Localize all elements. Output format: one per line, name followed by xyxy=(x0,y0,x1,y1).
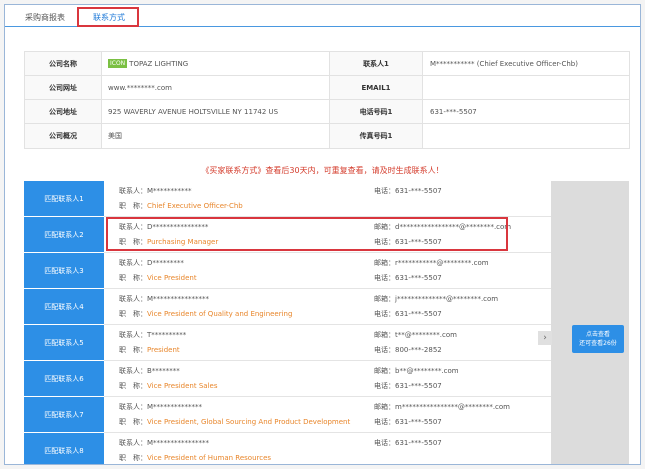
contact-name: 联系人：M************** xyxy=(119,403,203,411)
side-panel xyxy=(551,181,629,464)
contact-phone: 电话：800-***-2852 xyxy=(374,346,442,354)
contact-title-line: 职 称：Vice President Sales xyxy=(119,381,217,391)
email1-label: EMAIL1 xyxy=(329,76,423,99)
contact-phone: 电话：631-***-5507 xyxy=(374,382,442,390)
contact-title: Vice President of Human Resources xyxy=(147,454,272,462)
tab-highlight-box xyxy=(77,7,139,27)
contact-name: 联系人：M**************** xyxy=(119,439,210,447)
view-button-line1: 点击查看 xyxy=(585,331,610,338)
contact-highlight-box xyxy=(106,217,508,251)
match-contact-button[interactable]: 匹配联系人3 xyxy=(24,253,104,289)
contact-email: 邮箱：t**@********.com xyxy=(374,331,457,339)
contact-title-label: 职 称： xyxy=(119,346,147,354)
contact-title-line: 职 称：Chief Executive Officer-Chb xyxy=(119,201,243,211)
contact-name: 联系人：M*********** xyxy=(119,187,192,195)
contact-title-line: 职 称：Vice President of Quality and Engine… xyxy=(119,309,292,319)
company-name-label: 公司名称 xyxy=(25,52,102,75)
match-contact-button[interactable]: 匹配联系人4 xyxy=(24,289,104,325)
contact-email: 邮箱：b**@********.com xyxy=(374,367,459,375)
overview-value: 美国 xyxy=(108,132,122,140)
contact-title: Vice President Sales xyxy=(147,382,218,390)
address-value: 925 WAVERLY AVENUE HOLTSVILLE NY 11742 U… xyxy=(108,108,279,116)
notice-text: 《买家联系方式》查看后30天内，可重复查看，请及时生成联系人！ xyxy=(201,166,444,175)
match-contact-button[interactable]: 匹配联系人2 xyxy=(24,217,104,253)
contact-title-line: 职 称：President xyxy=(119,345,180,355)
contact-row: 匹配联系人1 联系人：M*********** 职 称：Chief Execut… xyxy=(24,181,551,217)
phone1-label: 电话号码1 xyxy=(329,100,423,123)
contact-email: 邮箱：m****************@********.com xyxy=(374,403,510,411)
contact-email: 邮箱：r***********@********.com xyxy=(374,259,489,267)
contact-row: 匹配联系人3 联系人：D********* 职 称：Vice President… xyxy=(24,253,551,289)
company-row-address: 公司地址 925 WAVERLY AVENUE HOLTSVILLE NY 11… xyxy=(25,100,629,124)
tab-bar: 采购商报表 联系方式 xyxy=(5,5,640,27)
contact-name: 联系人：D********* xyxy=(119,259,184,267)
contact-row: 匹配联系人4 联系人：M**************** 职 称：Vice Pr… xyxy=(24,289,551,325)
company-row-website: 公司网址 www.********.com EMAIL1 xyxy=(25,76,629,100)
contact-name: 联系人：B******** xyxy=(119,367,180,375)
company-row-overview: 公司概况 美国 传真号码1 xyxy=(25,124,629,148)
match-contact-button[interactable]: 匹配联系人6 xyxy=(24,361,104,397)
contact-row: 匹配联系人5 联系人：T********** 职 称：President 邮箱：… xyxy=(24,325,551,361)
address-label: 公司地址 xyxy=(25,100,102,123)
contact-title-label: 职 称： xyxy=(119,202,147,210)
contact-name: 联系人：M**************** xyxy=(119,295,210,303)
company-info-table: 公司名称 ICON TOPAZ LIGHTING 联系人1 M**********… xyxy=(24,51,630,149)
contact-title: Chief Executive Officer-Chb xyxy=(147,202,243,210)
contact-phone: 电话：631-***-5507 xyxy=(374,418,442,426)
match-contact-button[interactable]: 匹配联系人1 xyxy=(24,181,104,217)
page-frame: 采购商报表 联系方式 公司名称 ICON TOPAZ LIGHTING 联系人1 … xyxy=(4,4,641,465)
contact-title: President xyxy=(147,346,180,354)
contact-title-label: 职 称： xyxy=(119,274,147,282)
company-name-text: TOPAZ LIGHTING xyxy=(129,60,189,68)
contact-title: Vice President, Global Sourcing And Prod… xyxy=(147,418,351,426)
contact-phone: 电话：631-***-5507 xyxy=(374,310,442,318)
match-contact-button[interactable]: 匹配联系人8 xyxy=(24,433,104,464)
match-contact-button[interactable]: 匹配联系人5 xyxy=(24,325,104,361)
contact-title: Vice President of Quality and Engineerin… xyxy=(147,310,293,318)
contact-title-label: 职 称： xyxy=(119,382,147,390)
contact-name: 联系人：T********** xyxy=(119,331,187,339)
overview-label: 公司概况 xyxy=(25,124,102,148)
chevron-right-icon[interactable]: › xyxy=(538,331,552,345)
view-button-line2: 还可查看26份 xyxy=(579,340,617,347)
contact-title-label: 职 称： xyxy=(119,418,147,426)
match-contact-button[interactable]: 匹配联系人7 xyxy=(24,397,104,433)
contact-phone: 电话：631-***-5507 xyxy=(374,187,442,195)
contact-title-line: 职 称：Vice President of Human Resources xyxy=(119,453,271,463)
company-name-value: ICON TOPAZ LIGHTING xyxy=(108,52,188,76)
contact-phone: 电话：631-***-5507 xyxy=(374,274,442,282)
contact-title: Vice President xyxy=(147,274,197,282)
phone1-value: 631-***-5507 xyxy=(430,108,477,116)
website-value[interactable]: www.********.com xyxy=(108,76,172,100)
contact-title-line: 职 称：Vice President xyxy=(119,273,197,283)
contact-row: 匹配联系人8 联系人：M**************** 职 称：Vice Pr… xyxy=(24,433,551,464)
view-contacts-button[interactable]: 点击查看 还可查看26份 xyxy=(572,325,624,353)
contact1-label: 联系人1 xyxy=(329,52,423,75)
contact-title-line: 职 称：Vice President, Global Sourcing And … xyxy=(119,417,350,427)
contact-title-label: 职 称： xyxy=(119,310,147,318)
tab-buyer-report[interactable]: 采购商报表 xyxy=(17,9,73,27)
contact-email: 邮箱：j**************@********.com xyxy=(374,295,499,303)
company-row-name: 公司名称 ICON TOPAZ LIGHTING 联系人1 M**********… xyxy=(25,52,629,76)
contact-title-label: 职 称： xyxy=(119,454,147,462)
contact-row: 匹配联系人6 联系人：B******** 职 称：Vice President … xyxy=(24,361,551,397)
contact-row: 匹配联系人7 联系人：M************** 职 称：Vice Pres… xyxy=(24,397,551,433)
fax1-label: 传真号码1 xyxy=(329,124,423,148)
contact-phone: 电话：631-***-5507 xyxy=(374,439,442,447)
contact1-value: M*********** (Chief Executive Officer-Ch… xyxy=(430,60,578,68)
website-label: 公司网址 xyxy=(25,76,102,99)
company-badge: ICON xyxy=(108,59,128,68)
